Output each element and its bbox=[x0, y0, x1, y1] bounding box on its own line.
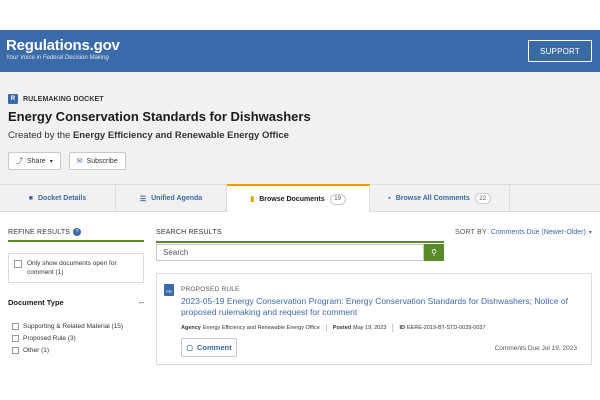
created-by-prefix: Created by the bbox=[8, 130, 71, 141]
logo-tagline: Your Voice in Federal Decision Making bbox=[6, 55, 109, 61]
sort-value[interactable]: Comments Due (Newer-Older) bbox=[491, 229, 586, 236]
sort-control[interactable]: SORT BY Comments Due (Newer-Older) ▾ bbox=[455, 229, 592, 236]
search-results-heading: SEARCH RESULTS bbox=[156, 229, 444, 243]
tab-browse-documents[interactable]: ▮ Browse Documents 19 bbox=[227, 184, 370, 212]
tab-label: Unified Agenda bbox=[151, 195, 203, 202]
list-icon: ☰ bbox=[139, 195, 147, 203]
help-icon[interactable]: ? bbox=[73, 228, 82, 236]
document-type-checkbox[interactable] bbox=[12, 322, 19, 330]
document-icon: PR bbox=[164, 284, 174, 296]
envelope-icon: ✉ bbox=[76, 158, 83, 165]
subscribe-label: Subscribe bbox=[86, 157, 118, 165]
document-type-label: Proposed Rule bbox=[23, 334, 66, 342]
open-for-comment-filter[interactable]: Only show documents open for comment (1) bbox=[8, 253, 144, 283]
id-value: EERE-2019-BT-STD-0039-0037 bbox=[406, 325, 486, 331]
document-type-label: Supporting & Related Material bbox=[23, 322, 110, 330]
share-icon: ⤴ bbox=[16, 158, 23, 165]
document-type-count: (15) bbox=[111, 322, 124, 330]
posted-label: Posted bbox=[332, 325, 352, 331]
site-header: Regulations.gov Your Voice in Federal De… bbox=[0, 30, 600, 72]
created-by-office: Energy Efficiency and Renewable Energy O… bbox=[72, 130, 289, 141]
document-type-checkbox[interactable] bbox=[12, 334, 19, 342]
collapse-icon[interactable]: – bbox=[139, 297, 144, 307]
result-title-link[interactable]: 2023-05-19 Energy Conservation Program: … bbox=[181, 296, 586, 318]
folder-icon: ■ bbox=[28, 195, 33, 202]
sort-label: SORT BY bbox=[454, 229, 487, 236]
result-meta: Agency Energy Efficiency and Renewable En… bbox=[181, 324, 486, 332]
filter-label-text: Only show documents open for comment bbox=[27, 260, 117, 276]
tab-label: Docket Details bbox=[37, 195, 87, 202]
tab-label: Browse Documents bbox=[259, 195, 325, 203]
tab-docket-details[interactable]: ■ Docket Details bbox=[0, 185, 116, 212]
chevron-down-icon: ▾ bbox=[588, 230, 592, 236]
docket-header: R RULEMAKING DOCKET Energy Conservation … bbox=[0, 72, 600, 184]
tab-unified-agenda[interactable]: ☰ Unified Agenda bbox=[116, 185, 227, 212]
filter-count: (1) bbox=[55, 269, 64, 276]
search-input[interactable]: Search bbox=[156, 244, 424, 261]
open-for-comment-label: Only show documents open for comment (1) bbox=[27, 259, 138, 282]
tab-browse-all-comments[interactable]: ▪ Browse All Comments 22 bbox=[370, 185, 510, 212]
logo-text: Regulations.gov bbox=[6, 37, 120, 54]
divider bbox=[325, 324, 327, 332]
document-type-title: Document Type bbox=[8, 297, 64, 307]
support-button[interactable]: SUPPORT bbox=[528, 40, 592, 62]
document-type-item[interactable]: Other (1) bbox=[12, 344, 144, 356]
comment-button[interactable]: ▢ Comment bbox=[181, 338, 237, 357]
subscribe-button[interactable]: ✉ Subscribe bbox=[68, 152, 126, 170]
page-title: Energy Conservation Standards for Dishwa… bbox=[8, 109, 311, 124]
open-for-comment-checkbox[interactable] bbox=[14, 260, 22, 268]
document-type-checkbox[interactable] bbox=[12, 346, 19, 354]
docket-type-label: RULEMAKING DOCKET bbox=[23, 95, 104, 103]
document-type-list: Supporting & Related Material (15) Propo… bbox=[12, 320, 144, 356]
document-type-item[interactable]: Supporting & Related Material (15) bbox=[12, 320, 144, 332]
posted-value: May 19, 2023 bbox=[353, 325, 387, 331]
document-type-count: (3) bbox=[67, 334, 76, 342]
result-card: PR PROPOSED RULE 2023-05-19 Energy Conse… bbox=[156, 273, 592, 365]
share-label: Share bbox=[27, 157, 46, 165]
tab-label: Browse All Comments bbox=[395, 195, 470, 202]
chevron-down-icon: ▾ bbox=[49, 158, 53, 165]
docket-actions: ⤴ Share ▾ ✉ Subscribe bbox=[8, 152, 126, 170]
comment-icon: ▢ bbox=[186, 344, 194, 352]
rulemaking-icon: R bbox=[8, 94, 18, 104]
tab-count-badge: 22 bbox=[474, 193, 491, 204]
comment-icon: ▪ bbox=[388, 195, 391, 202]
refine-results-heading: REFINE RESULTS? bbox=[8, 228, 144, 242]
result-document-type: PROPOSED RULE bbox=[181, 286, 240, 293]
docket-type: R RULEMAKING DOCKET bbox=[8, 94, 104, 104]
tab-count-badge: 19 bbox=[329, 193, 346, 205]
agency-value: Energy Efficiency and Renewable Energy O… bbox=[202, 325, 320, 331]
agency-label: Agency bbox=[181, 325, 201, 331]
comments-due-date: Comments Due Jul 19, 2023 bbox=[494, 345, 577, 352]
docket-created-by: Created by the Energy Efficiency and Ren… bbox=[8, 130, 289, 141]
docket-tabs: ■ Docket Details ☰ Unified Agenda ▮ Brow… bbox=[0, 184, 600, 212]
divider bbox=[392, 324, 394, 332]
document-type-label: Other bbox=[23, 346, 40, 354]
document-type-item[interactable]: Proposed Rule (3) bbox=[12, 332, 144, 344]
document-type-heading[interactable]: Document Type – bbox=[8, 297, 144, 307]
comment-label: Comment bbox=[197, 343, 232, 352]
search-icon: ⚲ bbox=[431, 248, 437, 257]
share-button[interactable]: ⤴ Share ▾ bbox=[8, 152, 61, 170]
site-logo[interactable]: Regulations.gov Your Voice in Federal De… bbox=[6, 37, 120, 62]
document-type-count: (1) bbox=[41, 346, 50, 354]
search-button[interactable]: ⚲ bbox=[424, 244, 444, 261]
refine-title: REFINE RESULTS bbox=[8, 228, 71, 236]
id-label: ID bbox=[399, 325, 405, 331]
document-icon: ▮ bbox=[250, 196, 255, 203]
